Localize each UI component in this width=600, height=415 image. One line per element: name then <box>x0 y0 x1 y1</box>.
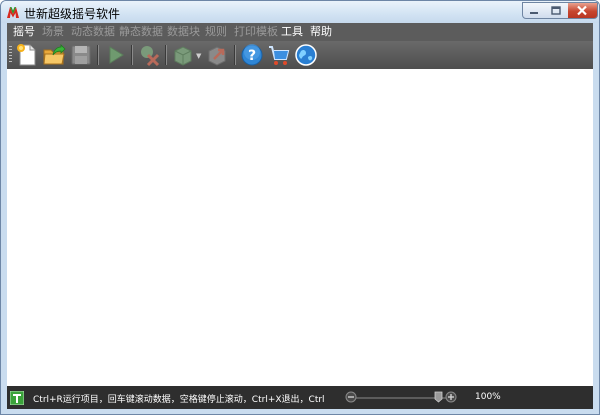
menu-static-data[interactable]: 静态数据 <box>119 25 163 39</box>
menu-dynamic-data[interactable]: 动态数据 <box>71 25 115 39</box>
website-button[interactable] <box>294 43 318 67</box>
play-icon <box>109 46 124 64</box>
zoom-in-icon[interactable] <box>445 391 457 403</box>
window-title: 世新超级摇号软件 <box>24 7 121 21</box>
main-content-area[interactable] <box>7 69 593 386</box>
close-button[interactable] <box>568 2 598 19</box>
menu-help[interactable]: 帮助 <box>310 25 332 39</box>
run-button[interactable] <box>103 43 127 67</box>
dropdown-arrow-icon[interactable]: ▼ <box>196 52 201 60</box>
toolbar: ▼ ? <box>7 41 593 69</box>
title-bar[interactable]: 世新超级摇号软件 <box>1 1 599 23</box>
menu-scene[interactable]: 场景 <box>42 25 64 39</box>
status-hint: Ctrl+R运行项目，回车键滚动数据，空格键停止滚动，Ctrl+X退出，Ctrl <box>33 395 325 405</box>
delete-button[interactable] <box>137 43 161 67</box>
shop-button[interactable] <box>267 43 291 67</box>
maximize-button[interactable] <box>545 2 569 19</box>
minimize-button[interactable] <box>522 2 546 19</box>
save-button[interactable] <box>69 43 93 67</box>
shopping-cart-icon <box>269 46 290 65</box>
help-icon: ? <box>241 44 263 66</box>
menu-data-block[interactable]: 数据块 <box>167 25 200 39</box>
new-button[interactable] <box>15 43 39 67</box>
close-icon <box>577 5 587 16</box>
minimize-icon <box>530 12 538 14</box>
svg-text:?: ? <box>248 48 256 64</box>
maximize-icon <box>551 6 561 15</box>
app-window: 世新超级摇号软件 摇号 场景 动态数据 静态数据 数据块 规则 打印模板 工具 … <box>0 0 600 415</box>
export-button[interactable] <box>205 43 229 67</box>
toolbar-grip[interactable] <box>9 46 12 64</box>
print-button[interactable] <box>171 43 195 67</box>
zoom-out-icon[interactable] <box>345 391 357 403</box>
delete-icon <box>141 46 160 67</box>
menu-bar: 摇号 场景 动态数据 静态数据 数据块 规则 打印模板 工具 帮助 <box>7 23 593 41</box>
save-disk-icon <box>71 45 91 65</box>
print-dropdown-icon <box>174 46 192 66</box>
help-button[interactable]: ? <box>240 43 264 67</box>
new-document-icon <box>17 44 36 66</box>
zoom-slider-thumb[interactable] <box>434 391 443 403</box>
toolbar-separator <box>131 45 132 65</box>
menu-tools[interactable]: 工具 <box>281 25 303 39</box>
zoom-percent: 100% <box>475 392 501 402</box>
export-icon <box>208 46 226 66</box>
status-bar: Ctrl+R运行项目，回车键滚动数据，空格键停止滚动，Ctrl+X退出，Ctrl… <box>7 386 593 409</box>
menu-yaohao[interactable]: 摇号 <box>13 25 35 39</box>
globe-icon <box>295 44 317 66</box>
open-folder-icon <box>43 44 66 65</box>
toolbar-separator <box>97 45 98 65</box>
menu-rules[interactable]: 规则 <box>205 25 227 39</box>
menu-print-template[interactable]: 打印模板 <box>234 25 278 39</box>
open-button[interactable] <box>42 43 66 67</box>
toolbar-separator <box>234 45 235 65</box>
app-logo-icon <box>7 7 19 18</box>
toolbar-separator <box>165 45 166 65</box>
status-text-icon <box>10 391 24 405</box>
